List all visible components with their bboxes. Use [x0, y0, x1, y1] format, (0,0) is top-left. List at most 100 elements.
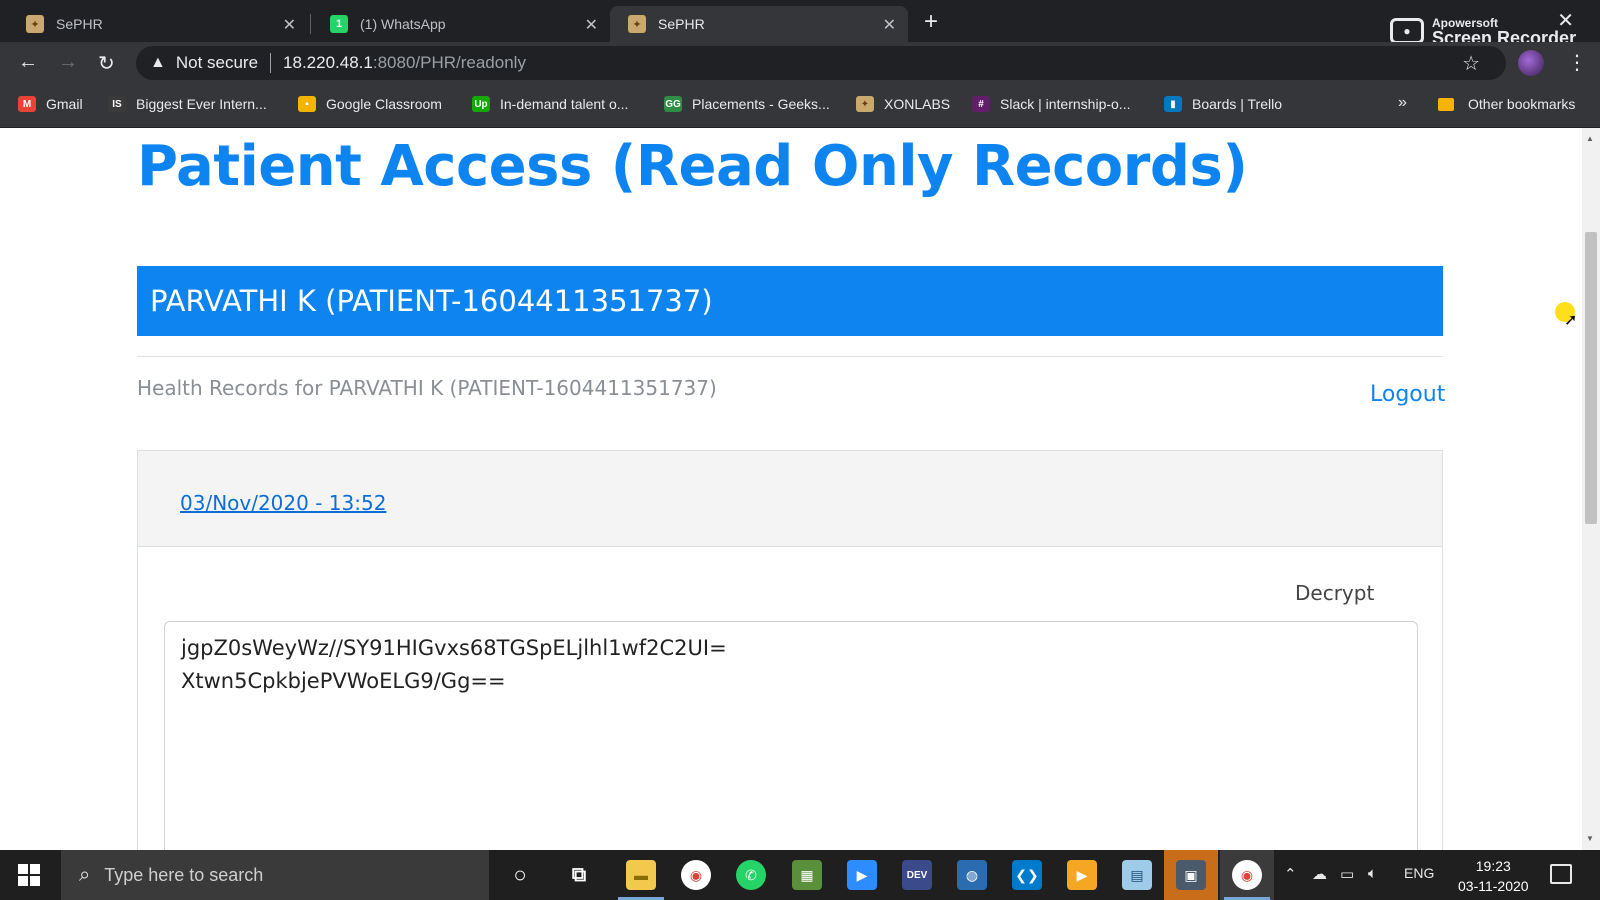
other-bookmarks[interactable]: Other bookmarks — [1438, 96, 1575, 112]
patient-banner-text: PARVATHI K (PATIENT-1604411351737) — [150, 284, 713, 318]
internshala-icon: IS — [108, 96, 126, 112]
bookmarks-overflow-chevron-icon[interactable]: » — [1398, 94, 1407, 112]
clock-date: 03-11-2020 — [1458, 878, 1529, 894]
ciphertext-textarea[interactable]: jgpZ0sWeyWz//SY91HIGvxs68TGSpELjlhl1wf2C… — [164, 621, 1418, 850]
tab-sephr-1[interactable]: ✦ SePHR ✕ — [8, 6, 308, 42]
sephr-favicon-icon: ✦ — [26, 15, 44, 33]
record-card-header: 03/Nov/2020 - 13:52 — [138, 451, 1442, 547]
address-bar[interactable]: ▲ Not secure 18.220.48.1 :8080/PHR/reado… — [136, 46, 1506, 80]
tab-whatsapp[interactable]: 1 (1) WhatsApp ✕ — [312, 6, 610, 42]
onedrive-cloud-icon[interactable]: ☁ — [1312, 865, 1327, 883]
close-icon[interactable]: ✕ — [883, 15, 896, 35]
file-explorer-taskbar-item[interactable]: ▬ — [614, 850, 668, 900]
window-close-icon[interactable]: ✕ — [1557, 8, 1574, 33]
forward-arrow-icon[interactable]: → — [58, 51, 78, 74]
scroll-up-arrow-icon[interactable]: ▲ — [1586, 134, 1594, 143]
warning-triangle-icon[interactable]: ▲ — [150, 54, 166, 72]
vscode-icon[interactable]: ❮❯ — [1012, 860, 1042, 890]
system-clock[interactable]: 19:23 03-11-2020 — [1458, 856, 1529, 896]
notepad-icon[interactable]: ▤ — [1122, 860, 1152, 890]
bookmark-label: Google Classroom — [326, 96, 442, 112]
new-tab-plus-icon[interactable]: + — [924, 8, 938, 36]
volume-icon[interactable]: 🔈︎ — [1368, 865, 1377, 882]
bookmark-label: Placements - Geeks... — [692, 96, 830, 112]
clock-time: 19:23 — [1475, 858, 1511, 874]
patient-banner: PARVATHI K (PATIENT-1604411351737) — [137, 266, 1443, 336]
screen-recorder-icon[interactable]: ◍ — [957, 860, 987, 890]
back-arrow-icon[interactable]: ← — [18, 51, 38, 74]
records-heading: Health Records for PARVATHI K (PATIENT-1… — [137, 376, 717, 400]
bookmark-xonlabs[interactable]: ✦ XONLABS — [856, 96, 950, 112]
page-scrollbar[interactable]: ▲ ▼ — [1582, 128, 1600, 850]
folder-icon — [1438, 97, 1454, 111]
bookmark-label: Boards | Trello — [1192, 96, 1283, 112]
record-date-link[interactable]: 03/Nov/2020 - 13:52 — [180, 491, 386, 515]
upwork-icon: Up — [472, 96, 490, 112]
scrollbar-thumb[interactable] — [1585, 232, 1597, 524]
kebab-menu-icon[interactable]: ⋮ — [1567, 50, 1587, 75]
bookmark-upwork[interactable]: Up In-demand talent o... — [472, 96, 628, 112]
whatsapp-favicon-icon: 1 — [330, 15, 348, 33]
network-app-taskbar-item[interactable]: ▣ — [1164, 850, 1218, 900]
whatsapp-icon[interactable]: ✆ — [736, 860, 766, 890]
task-view-icon[interactable]: ⧉ — [564, 860, 594, 890]
chrome-active-taskbar-item[interactable]: ◉ — [1220, 850, 1274, 900]
health-record-card: 03/Nov/2020 - 13:52 Decrypt jgpZ0sWeyWz/… — [137, 450, 1443, 850]
sephr-favicon-icon: ✦ — [628, 15, 646, 33]
chrome-active-icon: ◉ — [1232, 860, 1262, 890]
gmail-icon: M — [18, 96, 36, 112]
language-indicator[interactable]: ENG — [1404, 865, 1434, 881]
geeksforgeeks-icon: GG — [664, 96, 682, 112]
network-app-icon: ▣ — [1176, 860, 1206, 890]
url-host[interactable]: 18.220.48.1 — [283, 53, 373, 73]
minecraft-icon[interactable]: ▦ — [792, 860, 822, 890]
bookmark-google-classroom[interactable]: ▪ Google Classroom — [298, 96, 442, 112]
page-viewport: Patient Access (Read Only Records) PARVA… — [0, 128, 1582, 850]
devcpp-icon[interactable]: DEV — [902, 860, 932, 890]
tab-title: SePHR — [56, 16, 103, 32]
bookmark-star-icon[interactable]: ☆ — [1462, 51, 1480, 76]
cortana-icon[interactable]: ○ — [505, 860, 535, 890]
bookmark-gmail[interactable]: M Gmail — [18, 96, 83, 112]
other-bookmarks-label: Other bookmarks — [1468, 96, 1576, 112]
bookmark-geeksforgeeks[interactable]: GG Placements - Geeks... — [664, 96, 830, 112]
bookmark-internshala[interactable]: IS Biggest Ever Intern... — [108, 96, 267, 112]
windows-taskbar: ⌕ Type here to search ○ ⧉ ▬ ◉ ✆ ▦ ▶ DEV … — [0, 850, 1600, 900]
slack-icon: # — [972, 96, 990, 112]
battery-icon[interactable]: ▭ — [1340, 865, 1354, 883]
logout-link[interactable]: Logout — [1370, 382, 1445, 407]
close-icon[interactable]: ✕ — [283, 15, 296, 35]
decrypt-button[interactable]: Decrypt — [1295, 581, 1374, 605]
zoom-icon[interactable]: ▶ — [847, 860, 877, 890]
windows-start-icon[interactable] — [18, 864, 40, 886]
media-player-icon[interactable]: ▶ — [1067, 860, 1097, 890]
tab-title: SePHR — [658, 16, 705, 32]
security-label[interactable]: Not secure — [176, 53, 258, 73]
profile-avatar[interactable] — [1518, 50, 1544, 76]
search-icon: ⌕ — [79, 863, 91, 886]
file-explorer-icon: ▬ — [626, 860, 656, 890]
scroll-down-arrow-icon[interactable]: ▼ — [1586, 834, 1594, 843]
notification-center-icon[interactable] — [1550, 864, 1572, 884]
tab-sephr-active[interactable]: ✦ SePHR ✕ — [610, 6, 908, 42]
divider — [137, 356, 1443, 357]
trello-icon: ▮ — [1164, 96, 1182, 112]
search-placeholder: Type here to search — [104, 864, 264, 885]
page-title: Patient Access (Read Only Records) — [137, 134, 1248, 199]
chrome-icon[interactable]: ◉ — [681, 860, 711, 890]
bookmark-trello[interactable]: ▮ Boards | Trello — [1164, 96, 1282, 112]
xonlabs-icon: ✦ — [856, 96, 874, 112]
camera-icon: ● — [1390, 18, 1424, 44]
classroom-icon: ▪ — [298, 96, 316, 112]
bookmark-label: XONLABS — [884, 96, 951, 112]
tab-title: (1) WhatsApp — [360, 16, 446, 32]
reload-icon[interactable]: ↻ — [98, 51, 115, 76]
close-icon[interactable]: ✕ — [585, 15, 598, 35]
taskbar-search-input[interactable]: ⌕ Type here to search — [61, 850, 489, 900]
browser-tab-bar: ✦ SePHR ✕ 1 (1) WhatsApp ✕ ✦ SePHR ✕ + ●… — [0, 0, 1600, 47]
url-path[interactable]: :8080/PHR/readonly — [373, 53, 526, 73]
tray-chevron-icon[interactable]: ⌃ — [1284, 865, 1297, 883]
browser-toolbar: ← → ↻ ▲ Not secure 18.220.48.1 :8080/PHR… — [0, 42, 1600, 84]
bookmark-label: Biggest Ever Intern... — [136, 96, 267, 112]
bookmark-slack[interactable]: # Slack | internship-o... — [972, 96, 1130, 112]
